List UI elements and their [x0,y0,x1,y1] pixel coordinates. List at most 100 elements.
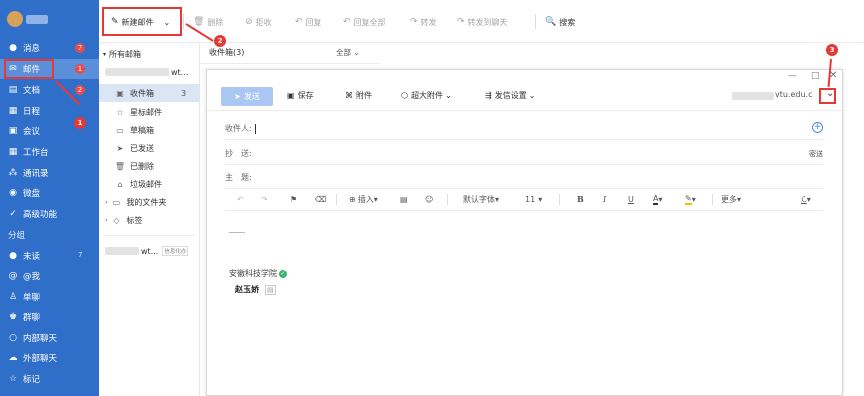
highlight-button[interactable]: ✎ ▾ [685,192,696,206]
group-item-marked[interactable]: ☆ 标记 [0,369,99,389]
unread-badge: 7 [75,43,85,53]
at-icon: @ [8,270,18,281]
emoji-icon[interactable]: ☺ [425,192,433,206]
avatar[interactable] [7,11,23,27]
user-name-blurred [26,15,48,24]
caret-down-icon: ▾ [495,194,500,204]
person-icon: ♙ [8,291,18,302]
sidebar-item-disk[interactable]: ◉ 微盘 [0,183,99,203]
folder-sent[interactable]: ➤ 已发送 [99,139,200,157]
underline-button[interactable]: U [628,192,634,206]
forward-button[interactable]: ↷ 转发 [410,14,437,30]
folder-label: 收件箱 [130,88,154,98]
cc-row: 抄 送: 密送 [225,143,823,165]
reply-button[interactable]: ↶ 回复 [295,14,322,30]
cc-label: 抄 送: [225,149,252,158]
template-icon[interactable]: ▤ [400,192,408,206]
font-color-button[interactable]: A ▾ [653,192,663,206]
attach-button[interactable]: ⌘ 附件 [345,90,372,101]
account-row[interactable]: wt... [99,63,200,81]
compose-window: — □ ✕ ➤ 发送 ▣ 保存 ⌘ 附件 ⬡ 超大附件 ⌄ ⇶ 发信设置 ⌄ vtu.ed… [206,69,843,396]
large-attach-label: 超大附件 [410,91,443,100]
sidebar-item-label: 工作台 [23,148,49,158]
group-item-internal[interactable]: ○ 内部聊天 [0,328,99,348]
delete-label: 删除 [207,17,224,27]
save-button[interactable]: ▣ 保存 [287,90,314,101]
forward-chat-label: 转发到聊天 [467,17,508,27]
divider [207,110,842,111]
maximize-icon[interactable]: □ [811,71,820,81]
annotation-box-new-mail [102,7,182,36]
group-item-unread[interactable]: ● 未读 7 [0,246,99,266]
more-dropdown[interactable]: 更多 ▾ [721,192,741,206]
group-item-label: 外部聊天 [23,354,58,364]
folder-tags[interactable]: › ◇ 标签 [99,211,200,229]
filter-dropdown[interactable]: 全部 ⌄ [336,47,360,58]
card-icon: ▤ [265,284,276,295]
reject-button[interactable]: ⊘ 拒收 [245,14,272,30]
reply-all-button[interactable]: ↶ 回复全部 [343,14,386,30]
chat-icon: ● [9,250,17,261]
folder-count: 3 [181,88,187,98]
forward-to-chat-button[interactable]: ↷ 转发到聊天 [457,14,508,30]
sidebar-item-advanced[interactable]: ✓ 高级功能 [0,204,99,224]
add-contact-icon[interactable]: + [812,122,823,133]
save-label: 保存 [297,91,314,100]
insert-dropdown[interactable]: ⊕ 插入 ▾ [349,192,378,206]
to-input[interactable] [254,123,256,134]
group-item-external[interactable]: ☁ 外部聊天 [0,348,99,368]
sender-address[interactable]: vtu.edu.c [775,90,813,99]
divider [447,194,448,205]
block-icon: ⊘ [245,17,253,27]
contacts-icon: ⁂ [8,167,18,178]
sidebar-item-docs[interactable]: ▤ 文档 2 [0,80,99,100]
undo-icon[interactable]: ↶ [237,192,244,206]
signature-name-text: 赵玉娇 [235,285,259,294]
search-label: 搜索 [559,17,576,27]
divider [535,14,536,29]
format-painter-icon[interactable]: ⚑ [290,192,297,206]
folder-my-folders[interactable]: › ▭ 我的文件夹 [99,193,200,211]
search-button[interactable]: 🔍 搜索 [545,14,575,30]
search-icon: 🔍 [545,17,557,27]
group-section-title: 分组 [8,231,26,241]
large-attach-button[interactable]: ⬡ 超大附件 ⌄ [401,90,452,101]
send-button[interactable]: ➤ 发送 [221,87,273,106]
folder-icon: ▭ [112,197,121,207]
group-item-single[interactable]: ♙ 单聊 [0,287,99,307]
delete-button[interactable]: 🗑 删除 [193,14,223,30]
sidebar-item-messages[interactable]: ● 消息 7 [0,38,99,58]
sidebar-item-label: 消息 [23,44,41,54]
sidebar-item-label: 文档 [23,86,41,96]
eraser-icon[interactable]: ⌫ [315,192,326,206]
advanced-icon: ✓ [9,208,17,219]
signature-button[interactable]: ℒ ▾ [801,192,811,206]
group-item-at-me[interactable]: @ @我 [0,266,99,286]
group-item-group[interactable]: ♚ 群聊 [0,307,99,327]
folder-spam[interactable]: ⌂ 垃圾邮件 [99,175,200,193]
folder-inbox[interactable]: ▣ 收件箱 3 [99,84,200,102]
redo-icon[interactable]: ↷ [261,192,268,206]
sidebar-item-workbench[interactable]: ▦ 工作台 [0,142,99,162]
italic-button[interactable]: I [603,192,606,206]
folder-starred[interactable]: ☆ 星标邮件 [99,103,200,121]
draft-icon: ▭ [116,125,124,135]
spam-icon: ⌂ [117,179,123,189]
folder-deleted[interactable]: 🗑 已删除 [99,157,200,175]
folder-drafts[interactable]: ▭ 草稿箱 [99,121,200,139]
minimize-icon[interactable]: — [788,71,797,81]
send-label: 发送 [243,92,260,101]
unread-badge: 1 [75,64,85,74]
account-row-2[interactable]: wt... 信息化办 [99,242,200,260]
sidebar-item-contacts[interactable]: ⁂ 通讯录 [0,163,99,183]
account-suffix: wt... [141,246,159,256]
group-item-label: 标记 [23,375,41,385]
bold-button[interactable]: B [577,192,584,206]
send-settings-button[interactable]: ⇶ 发信设置 ⌄ [485,90,535,101]
font-size-select[interactable]: 11 ▾ [525,192,542,206]
font-family-select[interactable]: 默认字体 ▾ [463,192,499,206]
all-mail-toggle[interactable]: ▾ 所有邮箱 [99,45,200,63]
paperclip-icon: ⌘ [345,91,353,100]
subject-label: 主 题: [225,173,252,182]
bcc-link[interactable]: 密送 [809,149,823,159]
